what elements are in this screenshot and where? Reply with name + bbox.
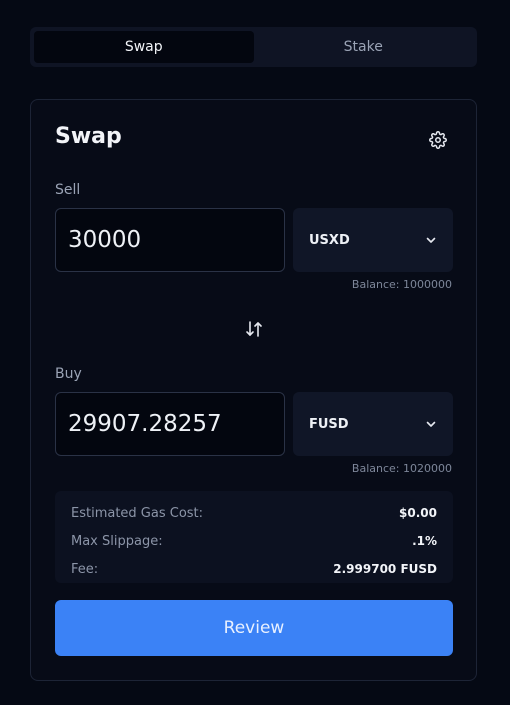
slippage-label: Max Slippage: xyxy=(71,533,163,549)
chevron-down-icon xyxy=(426,421,436,427)
swap-details: Estimated Gas Cost: $0.00 Max Slippage: … xyxy=(55,491,453,583)
swap-card: Swap Sell USXD Balance: 1000000 Buy FUSD… xyxy=(30,99,477,681)
review-button[interactable]: Review xyxy=(55,600,453,656)
gas-cost-label: Estimated Gas Cost: xyxy=(71,505,204,521)
buy-label: Buy xyxy=(55,366,82,382)
gas-cost-row: Estimated Gas Cost: $0.00 xyxy=(71,499,437,527)
buy-token-select[interactable]: FUSD xyxy=(293,392,453,456)
gas-cost-value: $0.00 xyxy=(399,506,437,520)
sell-token-label: USXD xyxy=(309,232,350,248)
tab-swap[interactable]: Swap xyxy=(34,31,254,63)
fee-value: 2.999700 FUSD xyxy=(333,562,437,576)
buy-balance: Balance: 1020000 xyxy=(351,462,452,475)
fee-label: Fee: xyxy=(71,561,99,577)
slippage-row: Max Slippage: .1% xyxy=(71,527,437,555)
gear-icon[interactable] xyxy=(429,131,447,149)
sell-balance: Balance: 1000000 xyxy=(351,278,452,291)
card-title: Swap xyxy=(55,124,122,149)
chevron-down-icon xyxy=(426,237,436,243)
swap-direction-icon[interactable] xyxy=(243,318,265,340)
tab-stake[interactable]: Stake xyxy=(254,31,474,63)
buy-token-label: FUSD xyxy=(309,416,349,432)
sell-amount-input[interactable] xyxy=(55,208,285,272)
tab-bar: Swap Stake xyxy=(30,27,477,67)
sell-label: Sell xyxy=(55,182,81,198)
slippage-value: .1% xyxy=(412,534,437,548)
sell-token-select[interactable]: USXD xyxy=(293,208,453,272)
fee-row: Fee: 2.999700 FUSD xyxy=(71,555,437,583)
buy-amount-input[interactable] xyxy=(55,392,285,456)
